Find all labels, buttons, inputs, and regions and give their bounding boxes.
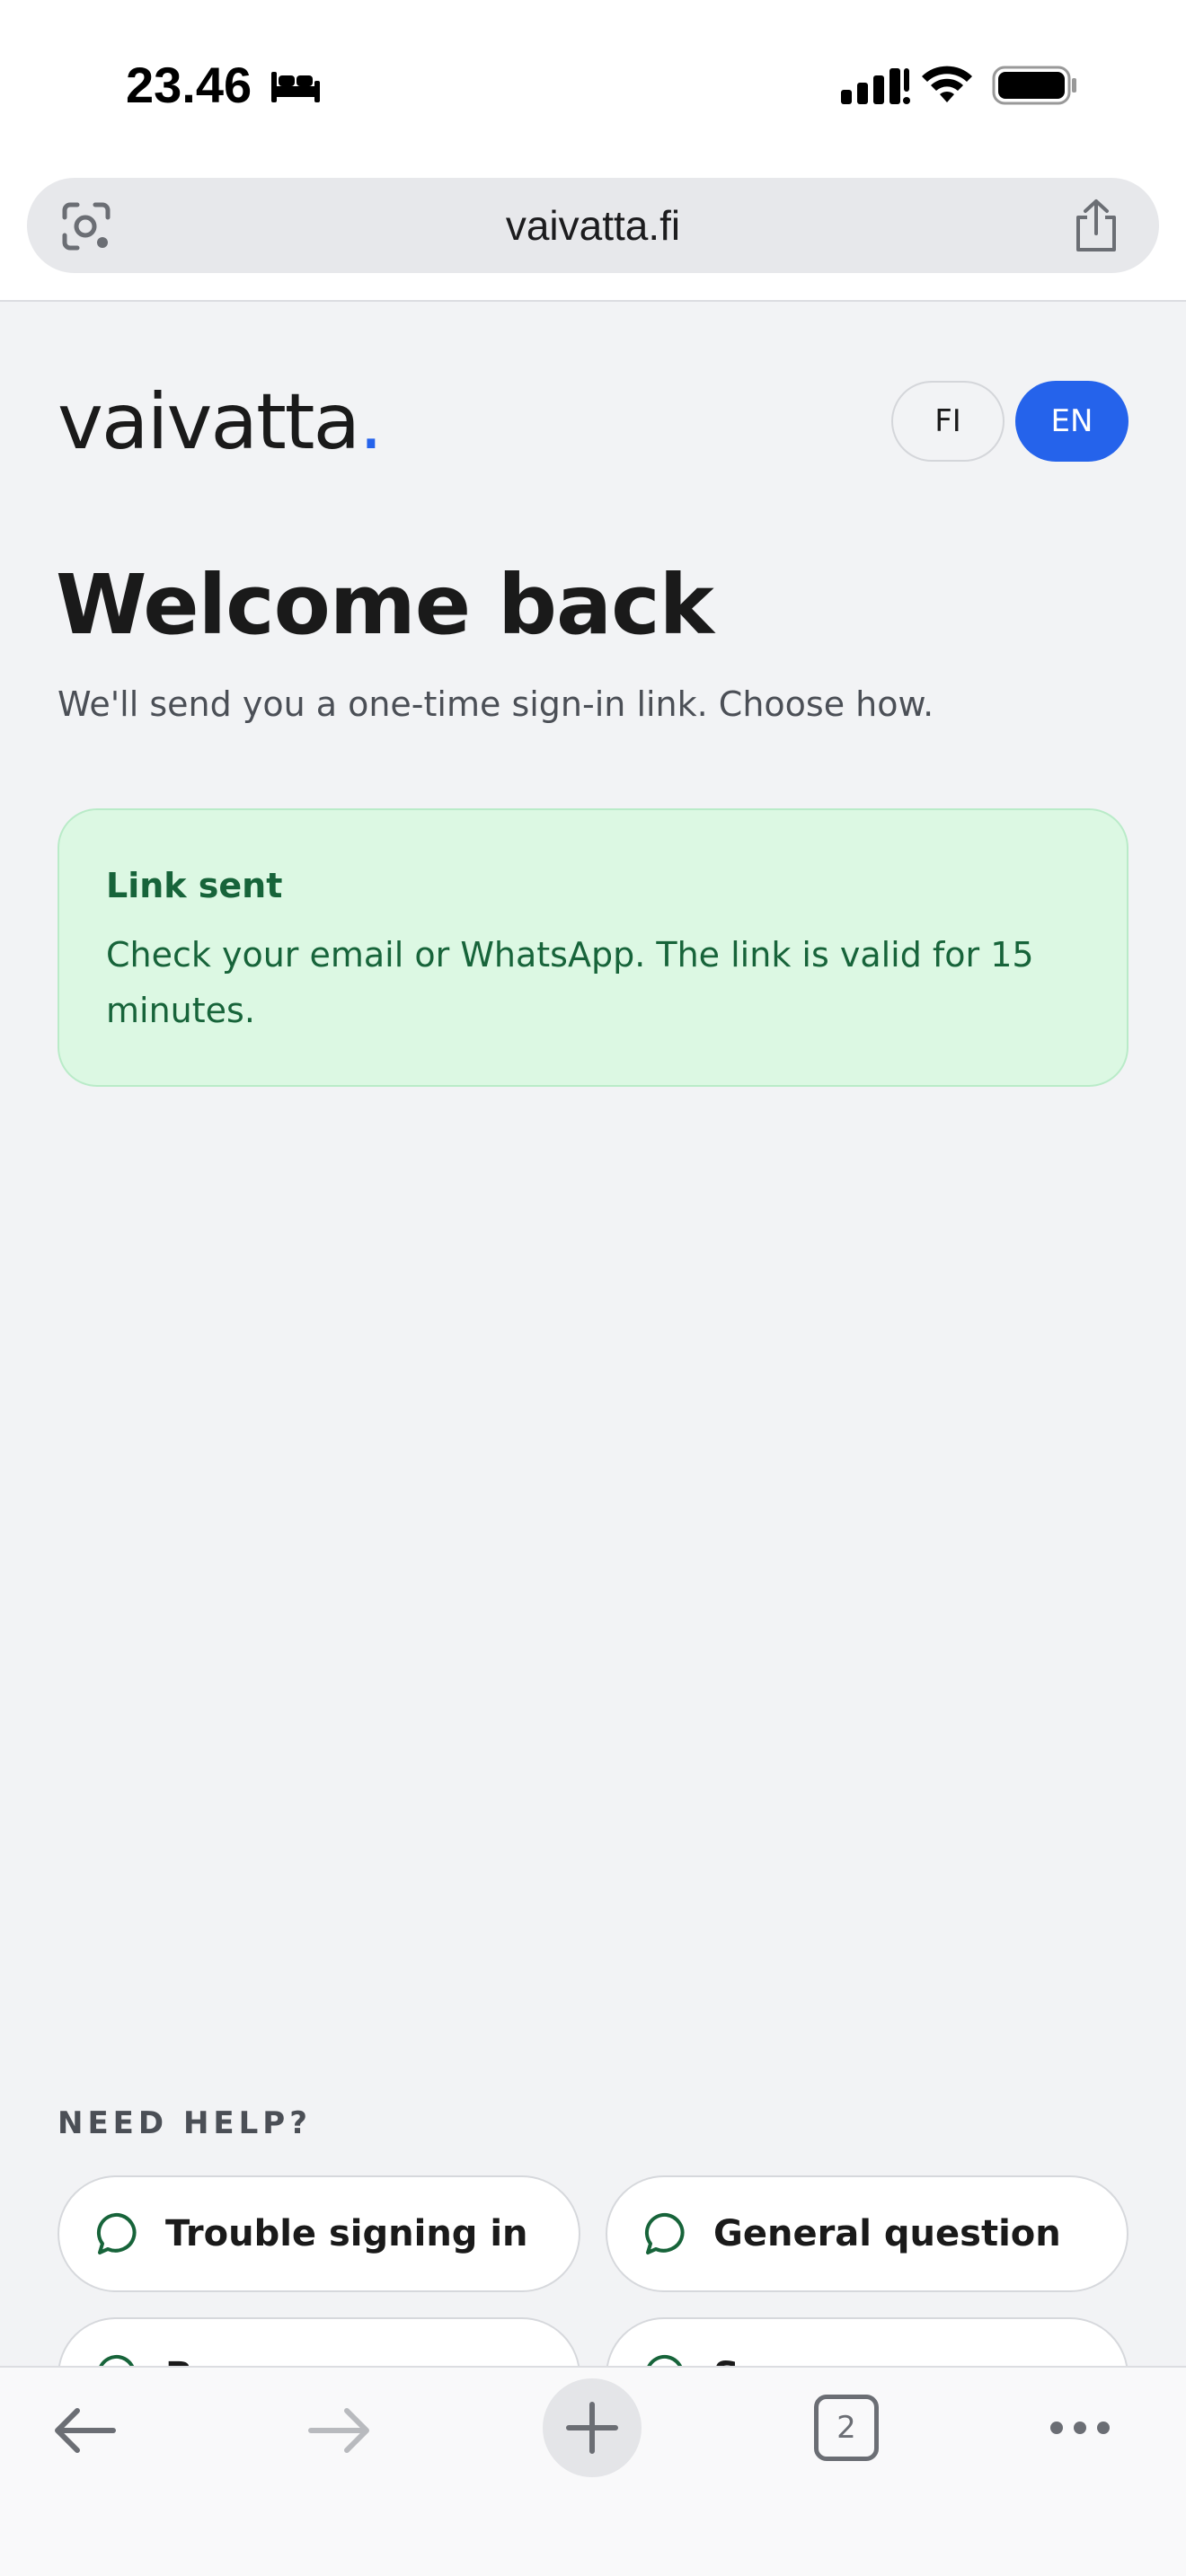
back-arrow-icon[interactable] [50, 2404, 119, 2457]
status-time: 23.46 [126, 57, 252, 113]
wifi-icon [922, 66, 972, 102]
logo[interactable]: vaivatta. [58, 377, 384, 467]
more-icon[interactable] [1048, 2414, 1112, 2441]
success-alert: Link sent Check your email or WhatsApp. … [58, 808, 1128, 1087]
chat-bubble-icon [96, 2212, 137, 2254]
help-button-label: General question [713, 2213, 1061, 2254]
trouble-signing-in-button[interactable]: Trouble signing in [58, 2175, 580, 2292]
share-icon[interactable] [1069, 198, 1123, 253]
alert-body: Check your email or WhatsApp. The link i… [106, 935, 1034, 1030]
browser-toolbar: 2 [0, 2366, 1186, 2576]
help-heading: NEED HELP? [58, 2105, 312, 2141]
browser-address-bar-container: vaivatta.fi [0, 171, 1186, 302]
new-tab-icon [566, 2402, 618, 2454]
bed-icon [271, 72, 320, 102]
url-text: vaivatta.fi [505, 202, 681, 249]
page-title: Welcome back [56, 557, 714, 653]
chat-bubble-icon [644, 2212, 685, 2254]
general-question-button[interactable]: General question [606, 2175, 1128, 2292]
language-en-button[interactable]: EN [1015, 381, 1128, 462]
address-bar[interactable]: vaivatta.fi [27, 178, 1159, 273]
logo-text: vaivatta [58, 377, 360, 467]
cellular-signal-icon [841, 68, 910, 104]
alert-title: Link sent [106, 866, 283, 905]
forward-arrow-icon[interactable] [305, 2404, 374, 2457]
battery-icon [992, 66, 1076, 105]
new-tab-button[interactable] [543, 2378, 642, 2477]
logo-dot: . [358, 377, 383, 467]
status-bar: 23.46 [0, 0, 1186, 171]
language-fi-button[interactable]: FI [891, 381, 1005, 462]
tabs-icon[interactable]: 2 [814, 2395, 879, 2461]
help-button-label: Trouble signing in [165, 2213, 528, 2254]
page-subtitle: We'll send you a one-time sign-in link. … [58, 684, 934, 724]
